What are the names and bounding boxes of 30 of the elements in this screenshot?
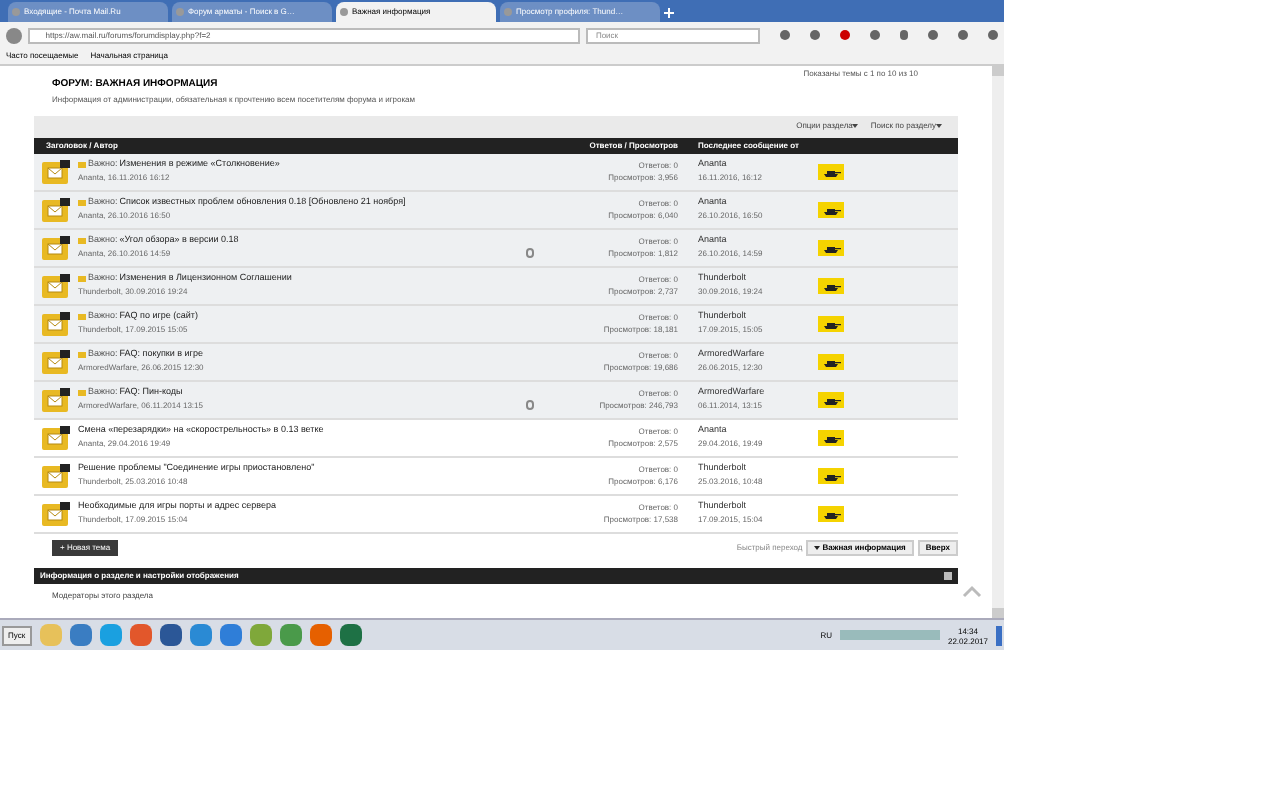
caret-icon [936,124,942,128]
envelope-icon [42,197,70,221]
tank-icon[interactable] [818,201,844,217]
envelope-icon [42,311,70,335]
caret-icon [852,124,859,128]
envelope-icon [42,387,70,411]
favicon-icon [340,8,348,16]
favicon-icon [176,8,184,16]
tank-icon[interactable] [818,239,844,255]
tank-icon[interactable] [818,391,844,407]
tank-icon[interactable] [818,429,844,445]
envelope-icon [42,235,70,259]
favicon-icon [12,8,20,16]
envelope-icon [42,273,70,297]
caret-icon [814,545,821,549]
favicon-icon [504,8,512,16]
envelope-icon [42,349,70,373]
collapse-icon[interactable] [944,571,952,579]
tank-icon[interactable] [818,277,844,293]
new-tab-icon[interactable] [664,8,674,18]
tank-icon[interactable] [818,467,844,483]
envelope-icon [42,159,70,183]
envelope-icon [42,463,70,487]
envelope-icon [42,425,70,449]
envelope-icon [42,501,70,525]
tank-icon[interactable] [818,315,844,331]
tank-icon[interactable] [818,505,844,521]
scrollbar[interactable] [992,66,1004,618]
tank-icon[interactable] [818,353,844,369]
tank-icon[interactable] [818,163,844,179]
